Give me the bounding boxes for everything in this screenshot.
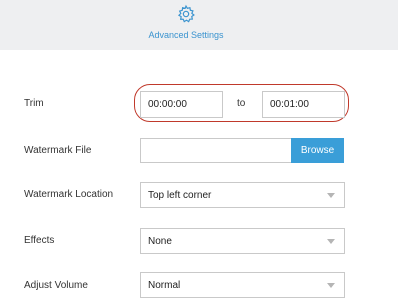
watermark-file-input[interactable] (140, 138, 292, 163)
watermark-file-label: Watermark File (24, 145, 92, 156)
watermark-location-value: Top left corner (148, 189, 212, 201)
trim-end-input[interactable]: 00:01:00 (262, 91, 345, 118)
gear-icon[interactable] (176, 4, 196, 24)
effects-value: None (148, 235, 172, 247)
chevron-down-icon[interactable] (327, 283, 335, 288)
trim-start-input[interactable]: 00:00:00 (140, 91, 223, 118)
watermark-location-label: Watermark Location (24, 189, 114, 200)
effects-label: Effects (24, 235, 55, 246)
browse-button[interactable]: Browse (291, 138, 344, 163)
adjust-volume-select[interactable]: Normal (140, 272, 345, 298)
advanced-settings-header: Advanced Settings (0, 0, 398, 50)
advanced-settings-title[interactable]: Advanced Settings (0, 30, 372, 40)
adjust-volume-label: Adjust Volume (24, 280, 88, 291)
effects-select[interactable]: None (140, 228, 345, 254)
trim-label: Trim (24, 98, 44, 109)
trim-to-label: to (237, 98, 246, 109)
adjust-volume-value: Normal (148, 279, 181, 291)
chevron-down-icon[interactable] (327, 239, 335, 244)
watermark-location-select[interactable]: Top left corner (140, 182, 345, 208)
chevron-down-icon[interactable] (327, 193, 335, 198)
